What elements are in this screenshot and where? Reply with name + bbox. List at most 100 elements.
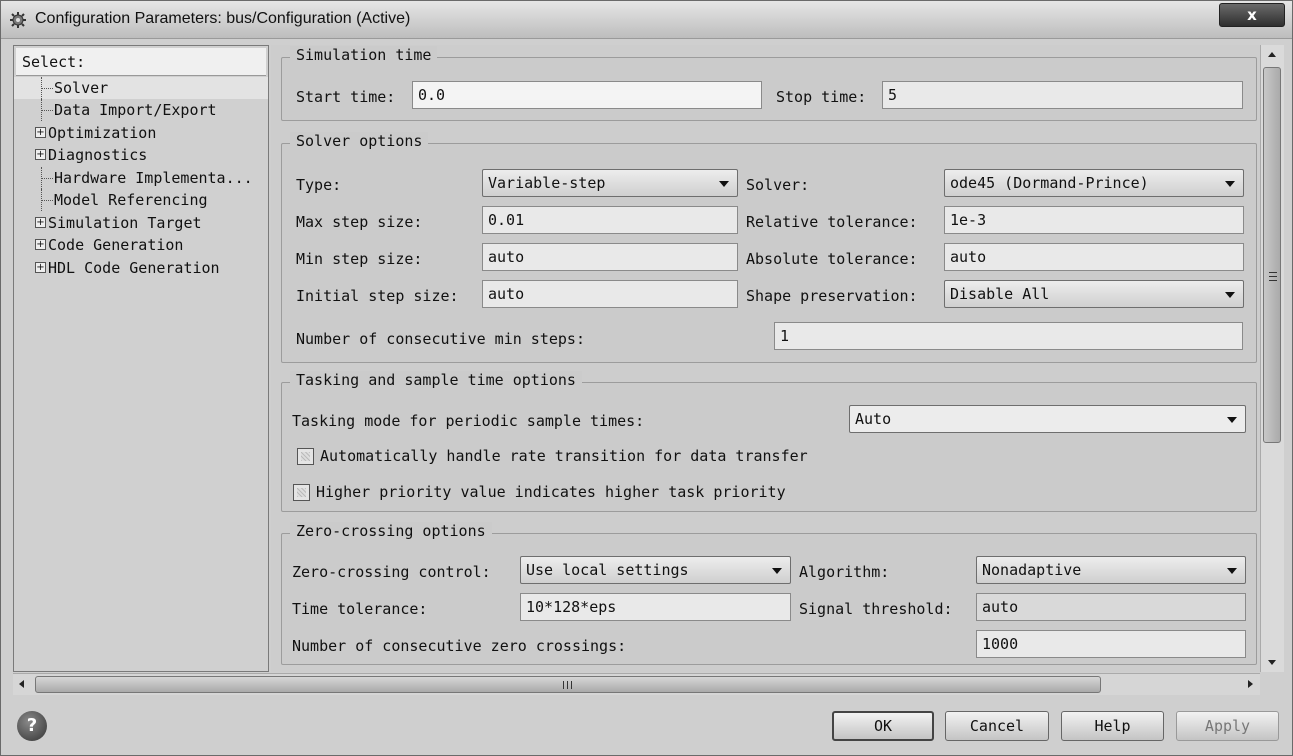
zero-crossing-control-value: Use local settings bbox=[526, 561, 689, 579]
horizontal-scrollbar[interactable] bbox=[13, 673, 1260, 695]
ok-button[interactable]: OK bbox=[832, 711, 934, 741]
solver-options-group: Solver options Type: Variable-step Solve… bbox=[281, 132, 1257, 363]
tree-item-code-generation[interactable]: + Code Generation bbox=[14, 234, 268, 256]
signal-threshold-label: Signal threshold: bbox=[799, 600, 953, 618]
chevron-down-icon bbox=[772, 568, 782, 574]
vertical-scroll-thumb[interactable] bbox=[1263, 67, 1281, 443]
priority-label: Higher priority value indicates higher t… bbox=[316, 483, 786, 501]
tasking-options-group: Tasking and sample time options Tasking … bbox=[281, 371, 1257, 512]
chevron-down-icon bbox=[1227, 568, 1237, 574]
type-dropdown[interactable]: Variable-step bbox=[482, 169, 738, 197]
tree-item-label: Optimization bbox=[48, 124, 157, 142]
chevron-down-icon bbox=[719, 181, 729, 187]
shape-preservation-dropdown[interactable]: Disable All bbox=[944, 280, 1244, 308]
start-time-field[interactable]: 0.0 bbox=[412, 81, 762, 109]
close-button[interactable]: x bbox=[1219, 3, 1285, 27]
algorithm-label: Algorithm: bbox=[799, 563, 890, 581]
tree-item-diagnostics[interactable]: + Diagnostics bbox=[14, 144, 268, 166]
type-label: Type: bbox=[296, 176, 342, 194]
expand-plus-icon[interactable]: + bbox=[35, 262, 46, 273]
tree-item-label: Model Referencing bbox=[54, 191, 208, 209]
tree-item-solver[interactable]: Solver bbox=[14, 77, 268, 99]
zero-crossing-control-label: Zero-crossing control: bbox=[292, 563, 491, 581]
stop-time-field[interactable]: 5 bbox=[882, 81, 1243, 109]
apply-button[interactable]: Apply bbox=[1176, 711, 1279, 741]
tasking-mode-label: Tasking mode for periodic sample times: bbox=[292, 412, 645, 430]
tasking-mode-value: Auto bbox=[855, 410, 892, 428]
vertical-scrollbar[interactable] bbox=[1260, 45, 1284, 672]
horizontal-scroll-thumb[interactable] bbox=[35, 676, 1101, 693]
shape-preservation-label: Shape preservation: bbox=[746, 287, 918, 305]
help-button[interactable]: Help bbox=[1061, 711, 1164, 741]
tree-connector bbox=[36, 189, 54, 211]
tree-item-simulation-target[interactable]: + Simulation Target bbox=[14, 212, 268, 234]
tree-item-label: Code Generation bbox=[48, 236, 184, 254]
rate-transition-label: Automatically handle rate transition for… bbox=[320, 447, 808, 465]
algorithm-value: Nonadaptive bbox=[982, 561, 1082, 579]
min-step-field[interactable]: auto bbox=[482, 243, 738, 271]
relative-tolerance-label: Relative tolerance: bbox=[746, 213, 918, 231]
grip-icon bbox=[563, 681, 572, 689]
consecutive-min-steps-field[interactable]: 1 bbox=[774, 322, 1243, 350]
time-tolerance-label: Time tolerance: bbox=[292, 600, 428, 618]
tree-item-model-referencing[interactable]: Model Referencing bbox=[14, 189, 268, 211]
expand-plus-icon[interactable]: + bbox=[35, 239, 46, 250]
solver-dropdown[interactable]: ode45 (Dormand-Prince) bbox=[944, 169, 1244, 197]
shape-preservation-value: Disable All bbox=[950, 285, 1050, 303]
zero-crossing-group: Zero-crossing options Zero-crossing cont… bbox=[281, 522, 1257, 665]
expand-plus-icon[interactable]: + bbox=[35, 217, 46, 228]
absolute-tolerance-field[interactable]: auto bbox=[944, 243, 1244, 271]
tree-item-label: Simulation Target bbox=[48, 214, 202, 232]
cancel-button[interactable]: Cancel bbox=[945, 711, 1049, 741]
title-bar: Configuration Parameters: bus/Configurat… bbox=[1, 1, 1292, 39]
initial-step-field[interactable]: auto bbox=[482, 280, 738, 308]
scroll-down-icon[interactable] bbox=[1261, 652, 1283, 672]
expand-plus-icon[interactable]: + bbox=[35, 127, 46, 138]
algorithm-dropdown[interactable]: Nonadaptive bbox=[976, 556, 1246, 584]
solver-label: Solver: bbox=[746, 176, 810, 194]
chevron-down-icon bbox=[1227, 417, 1237, 423]
simulation-time-group: Simulation time Start time: 0.0 Stop tim… bbox=[281, 46, 1257, 121]
tree-connector bbox=[36, 167, 54, 189]
rate-transition-checkbox[interactable] bbox=[297, 448, 314, 465]
group-legend: Solver options bbox=[290, 132, 429, 150]
absolute-tolerance-label: Absolute tolerance: bbox=[746, 250, 918, 268]
initial-step-label: Initial step size: bbox=[296, 287, 459, 305]
tree-item-hdl-code-generation[interactable]: + HDL Code Generation bbox=[14, 257, 268, 279]
signal-threshold-field[interactable]: auto bbox=[976, 593, 1246, 621]
consecutive-min-steps-label: Number of consecutive min steps: bbox=[296, 330, 585, 348]
config-dialog: Configuration Parameters: bus/Configurat… bbox=[0, 0, 1293, 756]
type-value: Variable-step bbox=[488, 174, 606, 192]
grip-icon bbox=[1269, 272, 1277, 281]
group-legend: Tasking and sample time options bbox=[290, 371, 582, 389]
tree-item-label: Solver bbox=[54, 79, 109, 97]
chevron-down-icon bbox=[1225, 292, 1235, 298]
scroll-left-icon[interactable] bbox=[13, 674, 33, 694]
solver-value: ode45 (Dormand-Prince) bbox=[950, 174, 1149, 192]
scroll-right-icon[interactable] bbox=[1240, 674, 1260, 694]
help-question-icon[interactable]: ? bbox=[17, 711, 47, 741]
time-tolerance-field[interactable]: 10*128*eps bbox=[520, 593, 791, 621]
tree-item-label: HDL Code Generation bbox=[48, 259, 220, 277]
tree-item-data-import-export[interactable]: Data Import/Export bbox=[14, 99, 268, 121]
expand-plus-icon[interactable]: + bbox=[35, 149, 46, 160]
select-header: Select: bbox=[16, 48, 266, 76]
priority-checkbox[interactable] bbox=[293, 484, 310, 501]
tasking-mode-dropdown[interactable]: Auto bbox=[849, 405, 1246, 433]
start-time-label: Start time: bbox=[296, 88, 396, 106]
select-tree-pane: Select: Solver Data Import/Export + Opti… bbox=[13, 45, 269, 672]
group-legend: Simulation time bbox=[290, 46, 438, 64]
consecutive-zero-crossings-field[interactable]: 1000 bbox=[976, 630, 1246, 658]
chevron-down-icon bbox=[1225, 181, 1235, 187]
gear-icon bbox=[10, 12, 26, 28]
relative-tolerance-field[interactable]: 1e-3 bbox=[944, 206, 1244, 234]
min-step-label: Min step size: bbox=[296, 250, 423, 268]
solver-settings-panel: Simulation time Start time: 0.0 Stop tim… bbox=[271, 45, 1281, 672]
scroll-up-icon[interactable] bbox=[1261, 45, 1283, 65]
max-step-field[interactable]: 0.01 bbox=[482, 206, 738, 234]
zero-crossing-control-dropdown[interactable]: Use local settings bbox=[520, 556, 791, 584]
tree-item-hardware-implementation[interactable]: Hardware Implementa... bbox=[14, 167, 268, 189]
consecutive-zero-crossings-label: Number of consecutive zero crossings: bbox=[292, 637, 627, 655]
tree-connector bbox=[36, 77, 54, 99]
tree-item-optimization[interactable]: + Optimization bbox=[14, 122, 268, 144]
